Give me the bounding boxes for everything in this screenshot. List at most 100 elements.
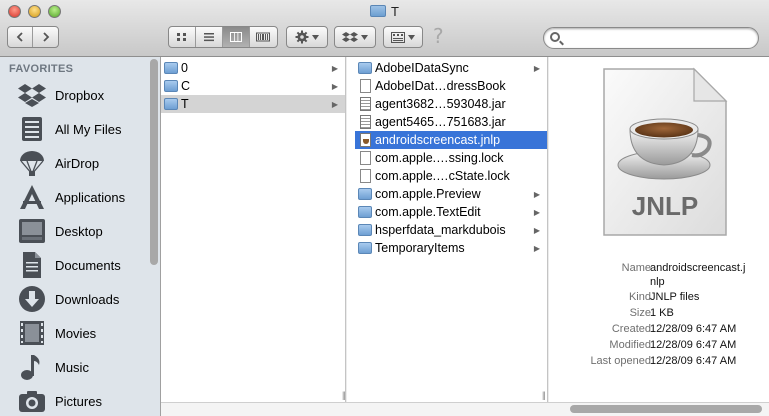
jar-file-icon [360,97,371,111]
preview-pane: JNLP Name androidscreencast.j nlp Kind J… [560,57,769,402]
meta-key: Size [629,307,651,319]
folder-icon [358,224,372,236]
applications-icon [17,182,47,212]
list-item[interactable]: agent3682…593048.jar [355,95,547,113]
meta-value: JNLP files [650,291,700,303]
item-label: T [181,97,189,111]
icon-view-button[interactable] [169,27,196,47]
list-item[interactable]: AdobeIDat…dressBook [355,77,547,95]
sidebar-item-dropbox[interactable]: Dropbox [0,78,148,112]
dropbox-icon [342,31,358,42]
disclosure-arrow-icon: ▶ [533,225,540,235]
meta-key: Modified [609,339,651,351]
coverflow-view-button[interactable] [250,27,277,47]
downloads-icon [17,284,47,314]
sidebar-item-label: All My Files [55,121,122,137]
arrange-menu-inner [384,27,422,47]
list-item[interactable]: hsperfdata_markdubois ▶ [355,221,547,239]
browser-column-1: 0 ▶ C ▶ T ▶ || [161,57,346,402]
jar-file-icon [360,115,371,129]
sidebar-item-label: Dropbox [55,87,105,103]
meta-value: 12/28/09 6:47 AM [650,355,737,367]
list-item[interactable]: com.apple.…ssing.lock [355,149,547,167]
list-item[interactable]: agent5465…751683.jar [355,113,547,131]
browser-column-2: AdobeIDataSync ▶ AdobeIDat…dressBook age… [355,57,548,402]
list-item[interactable]: C ▶ [161,77,345,95]
view-mode-control [168,26,278,48]
folder-icon [164,62,178,74]
arrange-menu-button[interactable] [383,26,423,48]
list-item[interactable]: T ▶ [161,95,345,113]
jnlp-file-icon [360,133,371,147]
file-type-badge: JNLP [632,191,698,221]
sidebar-item-pictures[interactable]: Pictures [0,384,148,416]
item-label: com.apple.TextEdit [375,205,481,219]
list-item[interactable]: com.apple.…cState.lock [355,167,547,185]
forward-button[interactable] [33,27,58,47]
list-item[interactable]: TemporaryItems ▶ [355,239,547,257]
back-forward-control [7,26,59,48]
all-files-icon [17,114,47,144]
horizontal-scrollbar-thumb[interactable] [570,405,762,413]
sidebar-item-airdrop[interactable]: AirDrop [0,146,148,180]
list-item[interactable]: androidscreencast.jnlp [355,131,547,149]
list-item[interactable]: AdobeIDataSync ▶ [355,59,547,77]
item-label: 0 [181,61,188,75]
list-item[interactable]: 0 ▶ [161,59,345,77]
sidebar-scrollbar[interactable] [150,59,158,265]
dropbox-menu-button[interactable] [334,26,376,48]
sidebar-heading: FAVORITES [9,63,74,75]
sidebar-item-music[interactable]: Music [0,350,148,384]
dropbox-icon [17,80,47,110]
music-icon [17,352,47,382]
folder-icon [164,98,178,110]
action-menu-button[interactable] [286,26,328,48]
meta-key: Name [621,262,651,274]
list-item[interactable]: com.apple.TextEdit ▶ [355,203,547,221]
search-field[interactable] [543,27,759,49]
search-input[interactable] [566,30,751,46]
meta-value: 1 KB [650,307,674,319]
disclosure-arrow-icon: ▶ [533,189,540,199]
disclosure-arrow-icon: ▶ [533,63,540,73]
column-view-button[interactable] [223,27,250,47]
help-icon[interactable]: ? [433,24,444,48]
item-label: AdobeIDat…dressBook [375,79,506,93]
sidebar-item-label: Movies [55,325,97,341]
coverflow-icon [256,32,271,42]
column-resize-handle[interactable]: || [342,390,345,400]
sidebar-item-movies[interactable]: Movies [0,316,148,350]
sidebar-item-label: Downloads [55,291,120,307]
sidebar-item-downloads[interactable]: Downloads [0,282,148,316]
column-resize-handle[interactable]: || [542,390,546,400]
window-toolbar: T ? [0,0,769,57]
sidebar-item-desktop[interactable]: Desktop [0,214,148,248]
movies-icon [17,318,47,348]
folder-icon [358,242,372,254]
item-label: com.apple.…ssing.lock [375,151,504,165]
sidebar-item-documents[interactable]: Documents [0,248,148,282]
item-label: hsperfdata_markdubois [375,223,506,237]
column-gutter [549,57,560,402]
chevron-down-icon [312,34,319,40]
disclosure-arrow-icon: ▶ [331,99,338,109]
sidebar: FAVORITES Dropbox All My Files AirDrop A… [0,57,161,416]
pictures-icon [17,386,47,416]
documents-icon [17,250,47,280]
sidebar-item-label: Documents [55,257,121,273]
item-label: com.apple.Preview [375,187,481,201]
disclosure-arrow-icon: ▶ [331,81,338,91]
sidebar-item-all-my-files[interactable]: All My Files [0,112,148,146]
meta-key: Created [611,323,651,335]
item-label: C [181,79,191,93]
back-button[interactable] [8,27,34,47]
sidebar-item-applications[interactable]: Applications [0,180,148,214]
item-label: agent5465…751683.jar [375,115,506,129]
meta-key: Last opened [590,355,651,367]
sidebar-item-label: Desktop [55,223,103,239]
window-title: T [391,4,399,19]
list-view-button[interactable] [196,27,223,47]
list-item[interactable]: com.apple.Preview ▶ [355,185,547,203]
meta-value: 12/28/09 6:47 AM [650,339,737,351]
sidebar-item-label: Music [55,359,89,375]
